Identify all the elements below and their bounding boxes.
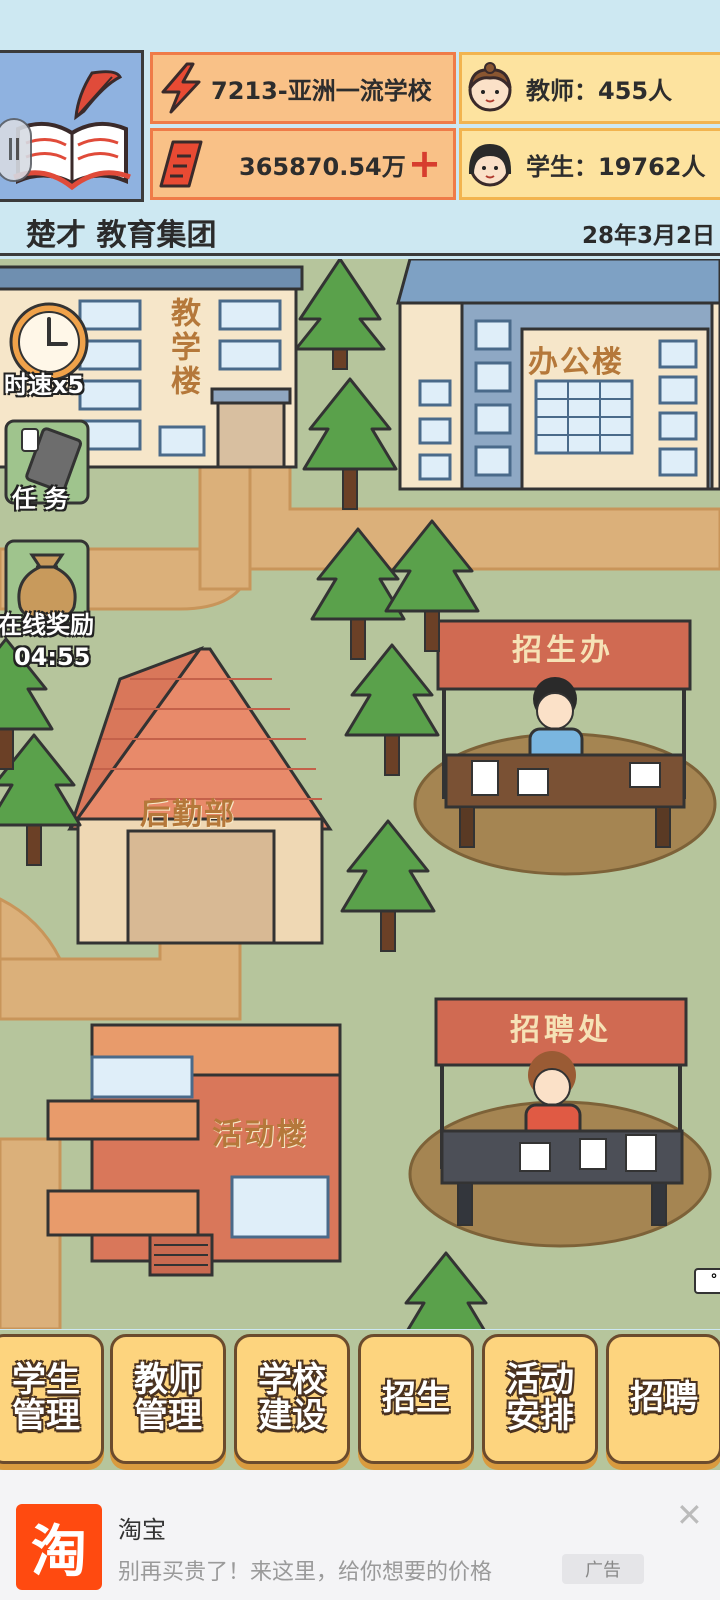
lightning-icon [153, 60, 209, 116]
ad-banner[interactable]: 淘 淘宝 别再买贵了！来这里，给你想要的价格 广告 ✕ [0, 1470, 720, 1600]
action-bar: 学生 管理 教师 管理 学校 建设 招生 活动 安排 招聘 [0, 1330, 720, 1470]
office-building-label[interactable]: 办公楼 [528, 337, 624, 381]
status-strip [0, 0, 720, 50]
add-money-button[interactable]: + [408, 144, 442, 184]
teacher-avatar-icon [462, 60, 518, 116]
campus-map-art [0, 259, 720, 1329]
action-label: 活动 安排 [506, 1360, 574, 1436]
online-reward-timer: 04:55 [14, 643, 91, 671]
ad-title[interactable]: 淘宝 [118, 1510, 166, 1545]
banknote-icon [153, 136, 209, 192]
teacher-management-button[interactable]: 教师 管理 [110, 1334, 226, 1464]
action-label: 招聘 [630, 1378, 698, 1419]
tasks-label: 任 务 [12, 485, 69, 513]
action-label: 教师 管理 [134, 1360, 202, 1436]
school-info-bar: 楚才 教育集团 28年3月2日 [0, 204, 720, 256]
money-amount: 365870.54万 [239, 152, 406, 181]
activity-building-label[interactable]: 活动楼 [212, 1109, 308, 1153]
student-avatar-icon [462, 136, 518, 192]
money-box[interactable]: 365870.54万 + [150, 128, 456, 200]
teaching-building-label[interactable]: 教学楼 [160, 297, 204, 399]
action-label: 学生 管理 [12, 1360, 80, 1436]
school-name: 楚才 教育集团 [26, 218, 217, 253]
taobao-logo[interactable]: 淘 [16, 1504, 102, 1590]
game-date: 28年3月2日 [582, 223, 716, 249]
admissions-button[interactable]: 招生 [358, 1334, 474, 1464]
activity-arrangement-button[interactable]: 活动 安排 [482, 1334, 598, 1464]
side-drawer-handle[interactable] [0, 118, 32, 182]
recruitment-button[interactable]: 招聘 [606, 1334, 720, 1464]
ad-close-icon[interactable]: ✕ [676, 1496, 703, 1534]
student-count-box[interactable]: 学生：19762人 [459, 128, 720, 200]
recruitment-booth-label[interactable]: 招聘处 [510, 1005, 612, 1049]
school-rank-text: 7213-亚洲一流学校 [211, 76, 432, 105]
student-management-button[interactable]: 学生 管理 [0, 1334, 104, 1464]
action-label: 招生 [382, 1378, 450, 1419]
school-rank-box[interactable]: 7213-亚洲一流学校 [150, 52, 456, 124]
school-construction-button[interactable]: 学校 建设 [234, 1334, 350, 1464]
action-label: 学校 建设 [258, 1360, 326, 1436]
ad-tag: 广告 [562, 1554, 644, 1584]
chat-bubble-icon[interactable]: ° [694, 1268, 720, 1294]
ad-description[interactable]: 别再买贵了！来这里，给你想要的价格 [118, 1554, 492, 1586]
logistics-building-label[interactable]: 后勤部 [140, 789, 236, 833]
speed-label: 时速x5 [4, 371, 85, 399]
student-count: 学生：19762人 [526, 152, 706, 181]
campus-map[interactable]: 教学楼 办公楼 后勤部 活动楼 招生办 招聘处 时速x5 任 务 在线奖励 04… [0, 259, 720, 1329]
teacher-count-box[interactable]: 教师：455人 [459, 52, 720, 124]
admissions-booth-label[interactable]: 招生办 [512, 625, 614, 669]
teacher-count: 教师：455人 [526, 76, 673, 105]
online-reward-label: 在线奖励 [0, 611, 94, 639]
